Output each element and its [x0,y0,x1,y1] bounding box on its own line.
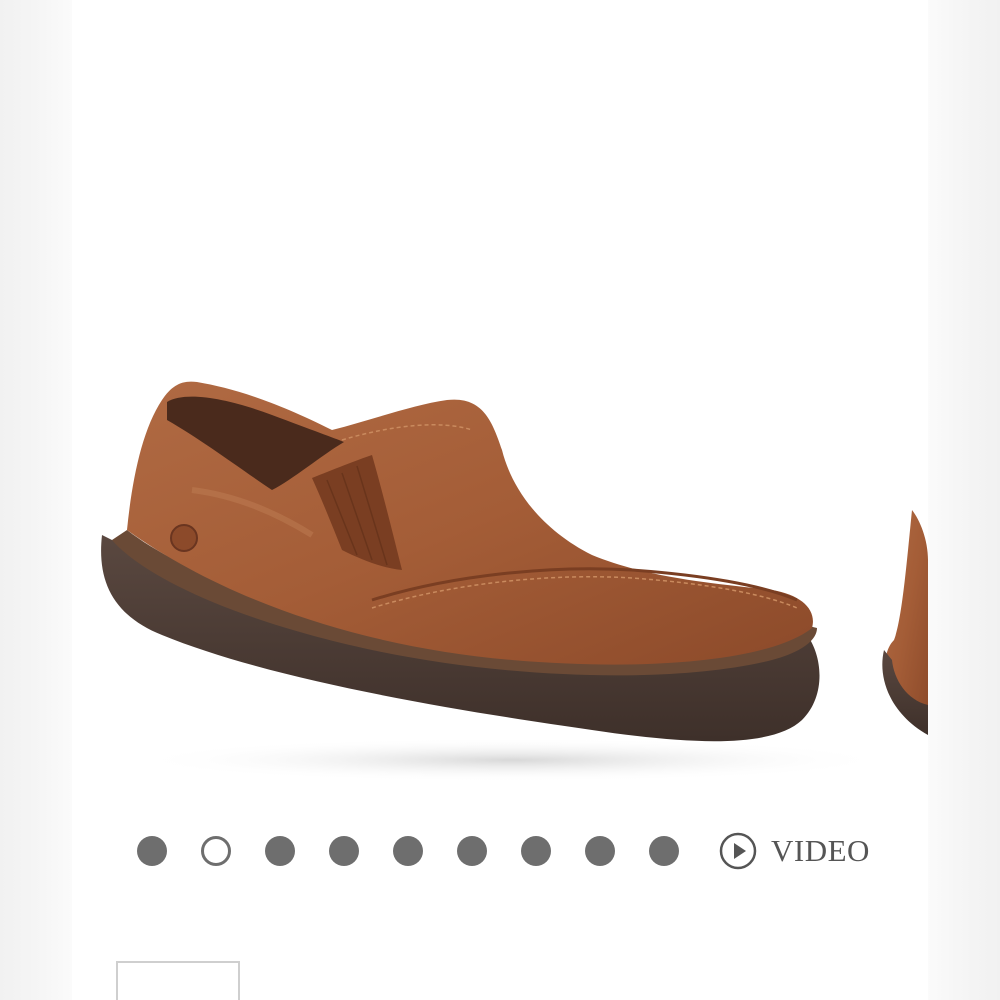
video-button[interactable]: VIDEO [719,832,870,870]
product-gallery-page: VIDEO [0,0,1000,1000]
carousel-dot[interactable] [521,836,551,866]
carousel-dot[interactable] [137,836,167,866]
image-viewer[interactable]: VIDEO [72,0,928,1000]
image-carousel-indicators: VIDEO [137,826,870,876]
product-image [101,381,928,780]
carousel-dot[interactable] [265,836,295,866]
right-margin [928,0,1000,1000]
carousel-dot[interactable] [393,836,423,866]
carousel-dot[interactable] [649,836,679,866]
thumbnail-image[interactable] [116,961,240,1000]
carousel-dot[interactable] [457,836,487,866]
carousel-dot[interactable] [329,836,359,866]
video-label: VIDEO [771,833,870,868]
left-margin [0,0,72,1000]
play-circle-icon [719,832,757,870]
carousel-dot-active[interactable] [201,836,231,866]
carousel-dot[interactable] [585,836,615,866]
